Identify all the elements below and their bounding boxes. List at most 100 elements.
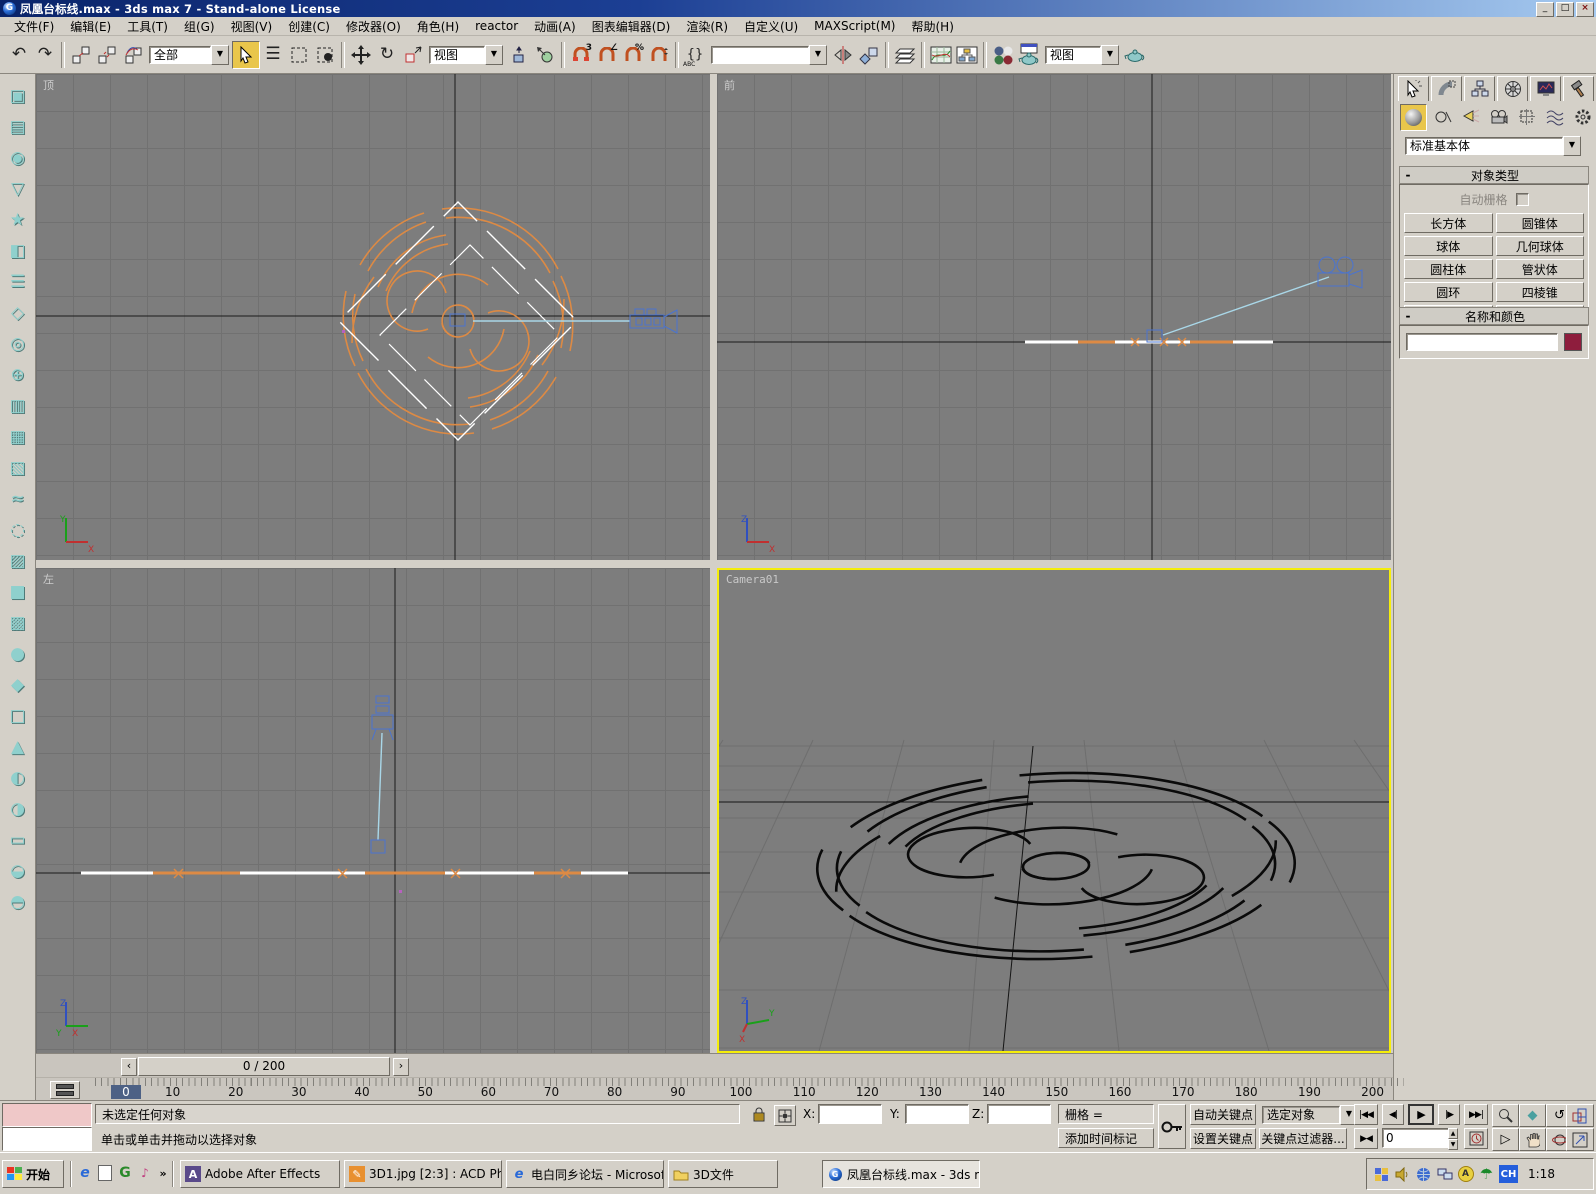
menu-item[interactable]: 自定义(U) bbox=[736, 18, 806, 35]
select-rotate-icon[interactable]: ↻ bbox=[374, 42, 400, 68]
menu-item[interactable]: 创建(C) bbox=[280, 18, 338, 35]
go-to-start-button[interactable]: |◀◀ bbox=[1354, 1104, 1378, 1125]
absolute-offset-toggle-icon[interactable] bbox=[774, 1105, 796, 1126]
menu-item[interactable]: 视图(V) bbox=[223, 18, 281, 35]
maxscript-mini-listener[interactable] bbox=[2, 1127, 92, 1151]
menu-item[interactable]: 文件(F) bbox=[6, 18, 62, 35]
primitive-button[interactable]: 四棱锥 bbox=[1496, 282, 1585, 302]
tray-agent-icon[interactable]: A bbox=[1457, 1166, 1474, 1183]
left-toolbar-icon[interactable]: ◎ bbox=[3, 328, 33, 359]
primitive-button[interactable]: 圆锥体 bbox=[1496, 213, 1585, 233]
viewport-camera-label[interactable]: Camera01 bbox=[726, 573, 779, 586]
z-input[interactable] bbox=[987, 1104, 1051, 1124]
primitive-button[interactable]: 管状体 bbox=[1496, 259, 1585, 279]
left-toolbar-icon[interactable]: □ bbox=[3, 700, 33, 731]
menu-item[interactable]: 修改器(O) bbox=[338, 18, 409, 35]
left-toolbar-icon[interactable]: ◇ bbox=[3, 297, 33, 328]
menu-item[interactable]: 工具(T) bbox=[119, 18, 176, 35]
curve-editor-icon[interactable] bbox=[928, 42, 954, 68]
quicklaunch-overflow-chevron[interactable]: » bbox=[154, 1163, 172, 1183]
tab-hierarchy[interactable] bbox=[1464, 76, 1495, 101]
select-manipulate-icon[interactable] bbox=[532, 42, 558, 68]
left-toolbar-icon[interactable]: ▩ bbox=[3, 607, 33, 638]
tray-antivirus-umbrella-icon[interactable]: ☂ bbox=[1478, 1166, 1495, 1183]
language-indicator[interactable]: CH bbox=[1499, 1165, 1518, 1183]
zoom-icon[interactable] bbox=[1492, 1104, 1519, 1127]
frame-spinner[interactable]: ▲ ▼ bbox=[1448, 1128, 1458, 1148]
select-by-name-icon[interactable]: ☰ bbox=[260, 42, 286, 68]
taskbar-task-ie[interactable]: e 电白同乡论坛 - Microsof... bbox=[506, 1160, 664, 1188]
key-mode-toggle-button[interactable]: ▶◀ bbox=[1354, 1128, 1378, 1149]
set-keys-button[interactable] bbox=[1158, 1104, 1186, 1149]
viewport-top[interactable]: 顶 YX bbox=[36, 74, 710, 560]
pan-hand-icon[interactable] bbox=[1519, 1128, 1546, 1151]
quicklaunch-ie-icon[interactable]: e bbox=[76, 1163, 94, 1183]
selection-lock-icon[interactable] bbox=[752, 1106, 766, 1125]
menu-item[interactable]: 动画(A) bbox=[526, 18, 584, 35]
taskbar-task-3dsmax[interactable]: G 凤凰台标线.max - 3ds m... bbox=[822, 1160, 980, 1188]
mirror-icon[interactable] bbox=[830, 42, 856, 68]
auto-key-button[interactable]: 自动关键点 bbox=[1190, 1104, 1256, 1125]
close-button[interactable]: × bbox=[1576, 2, 1594, 17]
primitive-button[interactable]: 圆柱体 bbox=[1404, 259, 1493, 279]
left-toolbar-icon[interactable]: ▣ bbox=[3, 80, 33, 111]
taskbar-task-ae[interactable]: A Adobe After Effects bbox=[180, 1160, 340, 1188]
left-toolbar-icon[interactable]: ■ bbox=[3, 576, 33, 607]
category-shapes[interactable] bbox=[1430, 104, 1455, 129]
key-filters-button[interactable]: 关键点过滤器... bbox=[1259, 1128, 1347, 1149]
render-scene-icon[interactable] bbox=[1016, 42, 1042, 68]
category-systems[interactable] bbox=[1570, 104, 1595, 129]
tray-globe-icon[interactable] bbox=[1415, 1166, 1432, 1183]
left-toolbar-icon[interactable]: ▽ bbox=[3, 173, 33, 204]
redo-icon[interactable]: ↷ bbox=[32, 42, 58, 68]
left-toolbar-icon[interactable]: ◐ bbox=[3, 762, 33, 793]
object-name-input[interactable] bbox=[1406, 333, 1558, 351]
time-slider-prev-button[interactable]: ‹ bbox=[121, 1058, 137, 1076]
selection-filter-dropdown[interactable]: 全部 ▼ bbox=[149, 45, 229, 65]
left-toolbar-icon[interactable]: ◧ bbox=[3, 235, 33, 266]
maximize-button[interactable]: □ bbox=[1556, 2, 1574, 17]
key-mode-dropdown[interactable]: 选定对象 ▼ bbox=[1262, 1105, 1358, 1125]
left-toolbar-icon[interactable]: ● bbox=[3, 638, 33, 669]
percent-snap-icon[interactable]: % bbox=[620, 42, 646, 68]
viewport-front-label[interactable]: 前 bbox=[724, 77, 735, 93]
zoom-extents-icon[interactable]: ◆ bbox=[1519, 1104, 1546, 1127]
left-toolbar-icon[interactable]: ◓ bbox=[3, 886, 33, 917]
tab-utilities[interactable] bbox=[1563, 76, 1594, 101]
category-helpers[interactable] bbox=[1514, 104, 1539, 129]
layer-manager-icon[interactable] bbox=[892, 42, 918, 68]
use-pivot-center-icon[interactable] bbox=[506, 42, 532, 68]
category-cameras[interactable] bbox=[1486, 104, 1511, 129]
left-toolbar-icon[interactable]: ◒ bbox=[3, 855, 33, 886]
taskbar-task-folder[interactable]: 3D文件 bbox=[668, 1160, 778, 1188]
open-mini-curve-editor-button[interactable] bbox=[50, 1081, 80, 1099]
left-toolbar-icon[interactable]: ▥ bbox=[3, 390, 33, 421]
primitive-button[interactable]: 几何球体 bbox=[1496, 236, 1585, 256]
render-type-dropdown[interactable]: 视图 ▼ bbox=[1045, 45, 1119, 65]
left-toolbar-icon[interactable]: ◆ bbox=[3, 669, 33, 700]
quicklaunch-g-icon[interactable]: G bbox=[116, 1163, 134, 1183]
previous-frame-button[interactable]: ◀| bbox=[1382, 1104, 1404, 1125]
left-toolbar-icon[interactable]: ▨ bbox=[3, 545, 33, 576]
menu-item[interactable]: 角色(H) bbox=[409, 18, 467, 35]
category-lights[interactable] bbox=[1458, 104, 1483, 129]
taskbar-task-acdsee[interactable]: ✎ 3D1.jpg [2:3] : ACD Phot... bbox=[344, 1160, 502, 1188]
minimize-button[interactable]: _ bbox=[1536, 2, 1554, 17]
quicklaunch-notes-icon[interactable] bbox=[96, 1163, 114, 1183]
named-selection-sets-icon[interactable]: {}ABC bbox=[682, 42, 708, 68]
left-toolbar-icon[interactable]: ◌ bbox=[3, 514, 33, 545]
menu-item[interactable]: MAXScript(M) bbox=[806, 19, 903, 33]
time-slider-next-button[interactable]: › bbox=[393, 1058, 409, 1076]
name-color-rollout-header[interactable]: - 名称和颜色 bbox=[1399, 307, 1589, 325]
viewport-front[interactable]: 前 ZX bbox=[717, 74, 1391, 560]
window-crossing-icon[interactable] bbox=[312, 42, 338, 68]
y-input[interactable] bbox=[905, 1104, 969, 1124]
left-toolbar-icon[interactable]: ★ bbox=[3, 204, 33, 235]
bind-spacewarp-icon[interactable] bbox=[120, 42, 146, 68]
add-time-tag-button[interactable]: 添加时间标记 bbox=[1058, 1128, 1154, 1148]
select-move-icon[interactable] bbox=[348, 42, 374, 68]
min-max-toggle-icon[interactable] bbox=[1566, 1128, 1594, 1151]
menu-item[interactable]: 渲染(R) bbox=[678, 18, 736, 35]
menu-item[interactable]: 组(G) bbox=[176, 18, 223, 35]
primitive-button[interactable]: 球体 bbox=[1404, 236, 1493, 256]
